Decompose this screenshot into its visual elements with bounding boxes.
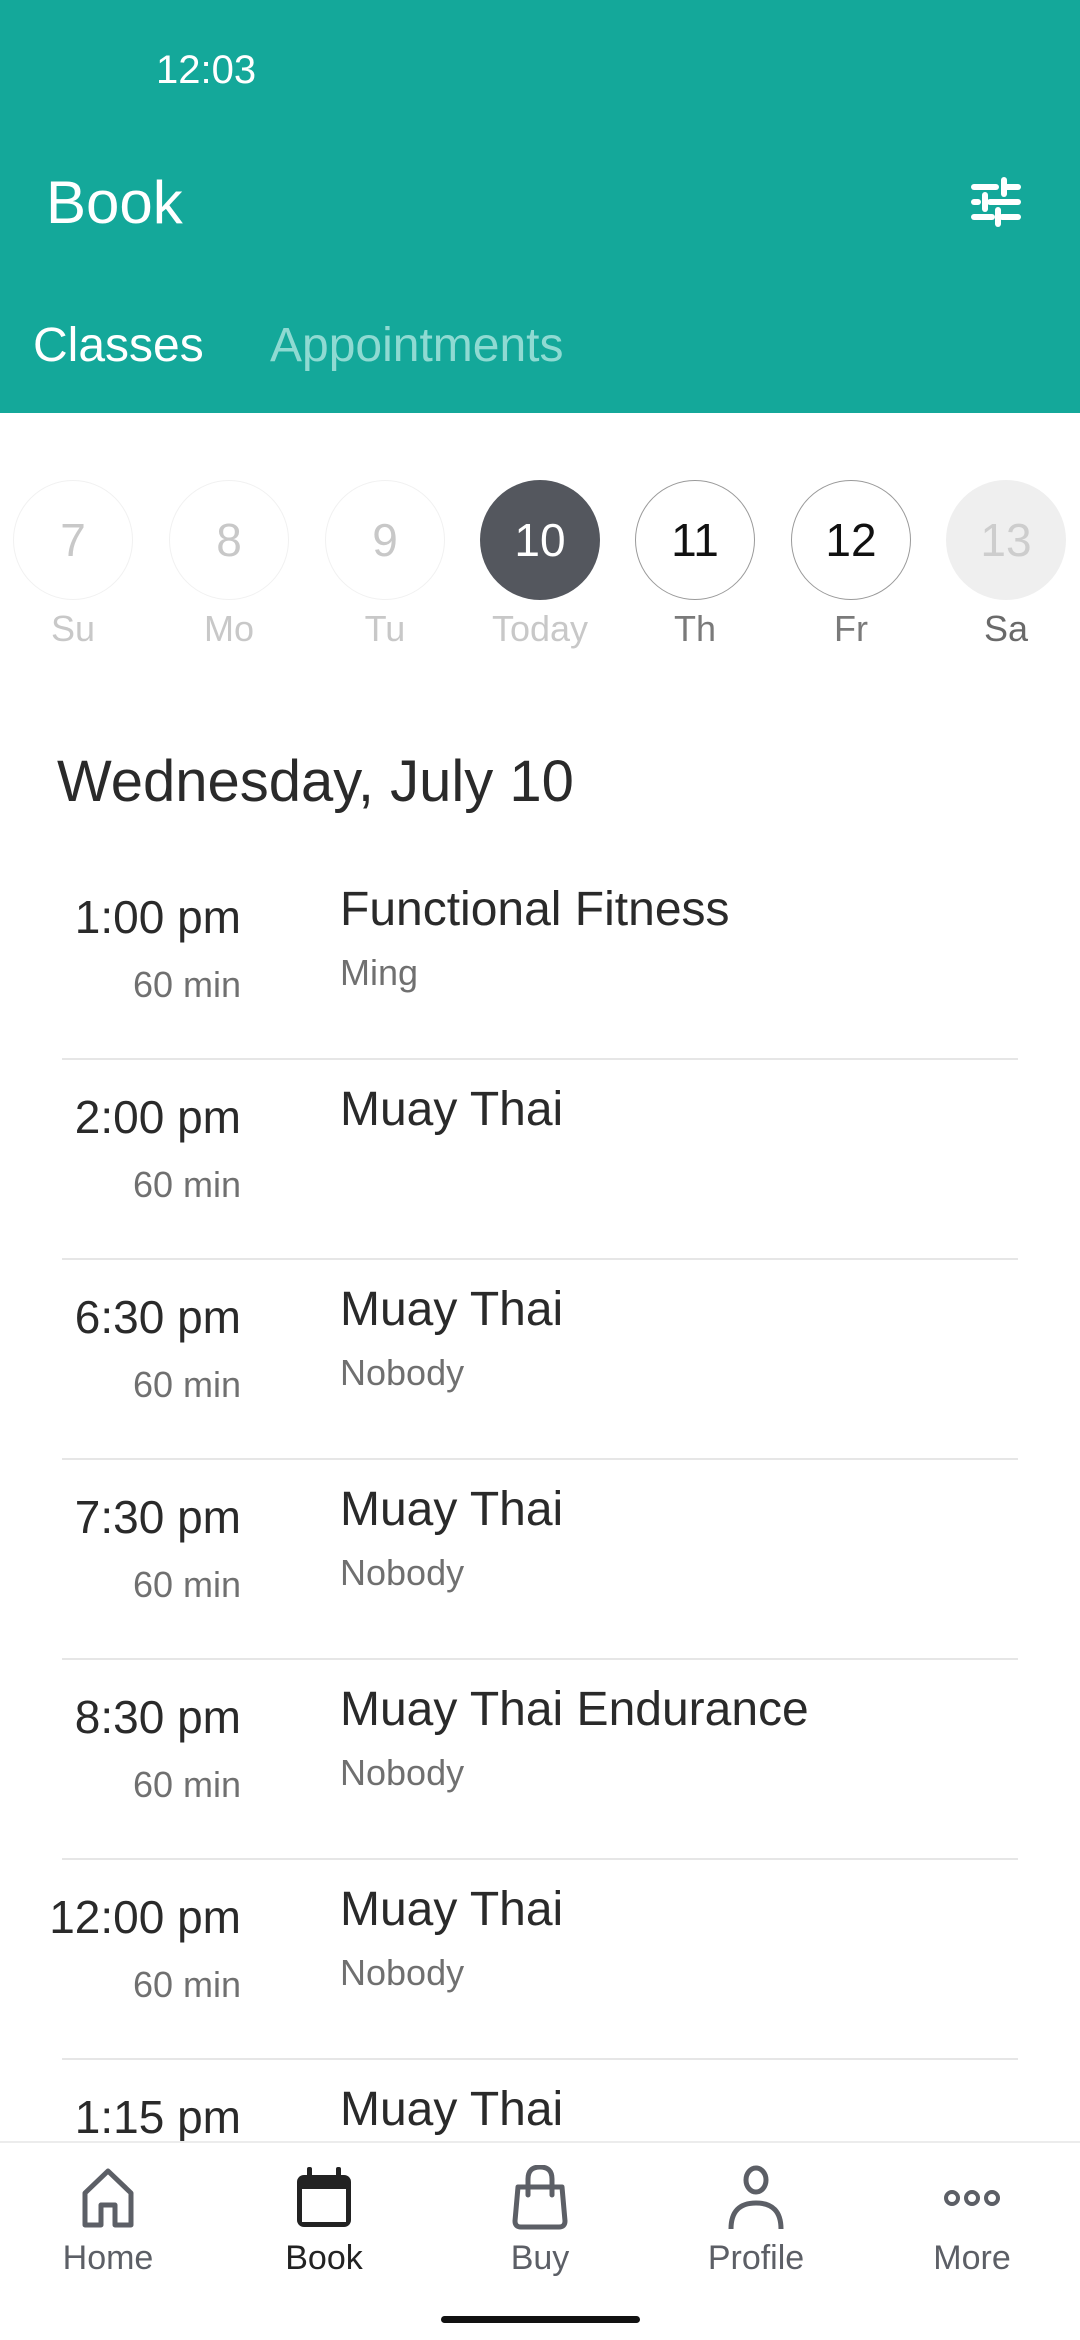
day-number: 10	[480, 480, 600, 600]
day-label: Today	[491, 608, 589, 649]
class-name: Muay Thai	[340, 1083, 564, 1136]
day-number: 9	[325, 480, 445, 600]
nav-label: Book	[285, 2239, 363, 2277]
page-title: Book	[46, 169, 183, 236]
day-today[interactable]: 10 Today	[480, 480, 600, 650]
day-number: 7	[13, 480, 133, 600]
class-time: 1:00 pm	[74, 891, 241, 943]
nav-label: Profile	[707, 2239, 805, 2277]
class-time: 12:00 pm	[49, 1891, 241, 1943]
class-name: Muay Thai	[340, 2083, 564, 2136]
class-name: Muay Thai Endurance	[340, 1683, 809, 1736]
class-name: Muay Thai	[340, 1283, 564, 1336]
class-duration: 60 min	[132, 964, 241, 1005]
day-label: Th	[673, 608, 716, 649]
class-list: 1:00 pm 60 min Functional Fitness Ming 2…	[0, 860, 1080, 2260]
tab-appointments[interactable]: Appointments	[270, 318, 564, 373]
class-row[interactable]: 1:00 pm 60 min Functional Fitness Ming	[0, 860, 1080, 1060]
class-duration: 60 min	[132, 1164, 241, 1205]
class-time: 6:30 pm	[74, 1291, 241, 1343]
day-saturday[interactable]: 13 Sa	[946, 480, 1066, 650]
day-number: 8	[169, 480, 289, 600]
class-name: Functional Fitness	[340, 883, 730, 936]
filter-button[interactable]	[966, 172, 1026, 232]
nav-book[interactable]: Book	[216, 2165, 432, 2278]
class-duration: 60 min	[132, 1764, 241, 1805]
day-label: Mo	[203, 608, 254, 649]
day-friday[interactable]: 12 Fr	[791, 480, 911, 650]
home-icon	[82, 2168, 134, 2228]
class-duration: 60 min	[132, 1564, 241, 1605]
nav-label: More	[933, 2239, 1011, 2277]
calendar-icon	[297, 2167, 351, 2227]
day-sunday[interactable]: 7 Su	[13, 480, 133, 650]
shopping-bag-icon	[512, 2165, 568, 2230]
nav-buy[interactable]: Buy	[432, 2165, 648, 2278]
day-number: 11	[635, 480, 755, 600]
week-day-selector: 7 Su 8 Mo 9 Tu 10 Today 11 Th 12 Fr 13 S…	[0, 480, 1080, 660]
class-time: 2:00 pm	[74, 1091, 241, 1143]
home-indicator[interactable]	[441, 2316, 640, 2323]
app-header: 12:03 Book Classes Appointments	[0, 0, 1080, 413]
class-time: 1:15 pm	[74, 2091, 241, 2143]
nav-more[interactable]: More	[864, 2165, 1080, 2278]
class-name: Muay Thai	[340, 1883, 564, 1936]
person-icon	[728, 2165, 784, 2230]
day-label: Fr	[834, 608, 868, 649]
nav-profile[interactable]: Profile	[648, 2165, 864, 2278]
day-label: Sa	[983, 608, 1029, 649]
bottom-navigation: Home Book Buy Profile More	[0, 2141, 1080, 2340]
day-number: 13	[946, 480, 1066, 600]
class-duration: 60 min	[132, 1364, 241, 1405]
nav-label: Home	[62, 2239, 154, 2277]
date-heading: Wednesday, July 10	[57, 749, 574, 814]
nav-label: Buy	[510, 2239, 570, 2277]
class-instructor: Nobody	[340, 1352, 465, 1393]
day-monday[interactable]: 8 Mo	[169, 480, 289, 650]
class-duration: 60 min	[132, 1964, 241, 2005]
class-row[interactable]: 7:30 pm 60 min Muay Thai Nobody	[0, 1460, 1080, 1660]
day-thursday[interactable]: 11 Th	[635, 480, 755, 650]
class-instructor: Nobody	[340, 1752, 465, 1793]
day-number: 12	[791, 480, 911, 600]
class-time: 8:30 pm	[74, 1691, 241, 1743]
day-label: Su	[50, 608, 96, 649]
class-row[interactable]: 6:30 pm 60 min Muay Thai Nobody	[0, 1260, 1080, 1460]
more-dots-icon	[944, 2190, 1000, 2206]
day-tuesday[interactable]: 9 Tu	[325, 480, 445, 650]
class-instructor: Ming	[340, 952, 419, 993]
tab-classes[interactable]: Classes	[33, 318, 204, 373]
status-bar-time: 12:03	[156, 48, 257, 92]
class-row[interactable]: 8:30 pm 60 min Muay Thai Endurance Nobod…	[0, 1660, 1080, 1860]
day-label: Tu	[364, 608, 406, 649]
class-row[interactable]: 12:00 pm 60 min Muay Thai Nobody	[0, 1860, 1080, 2060]
nav-home[interactable]: Home	[0, 2165, 216, 2278]
class-name: Muay Thai	[340, 1483, 564, 1536]
sliders-icon	[971, 177, 1021, 227]
class-instructor: Nobody	[340, 1552, 465, 1593]
class-time: 7:30 pm	[74, 1491, 241, 1543]
class-row[interactable]: 2:00 pm 60 min Muay Thai	[0, 1060, 1080, 1260]
class-instructor: Nobody	[340, 1952, 465, 1993]
